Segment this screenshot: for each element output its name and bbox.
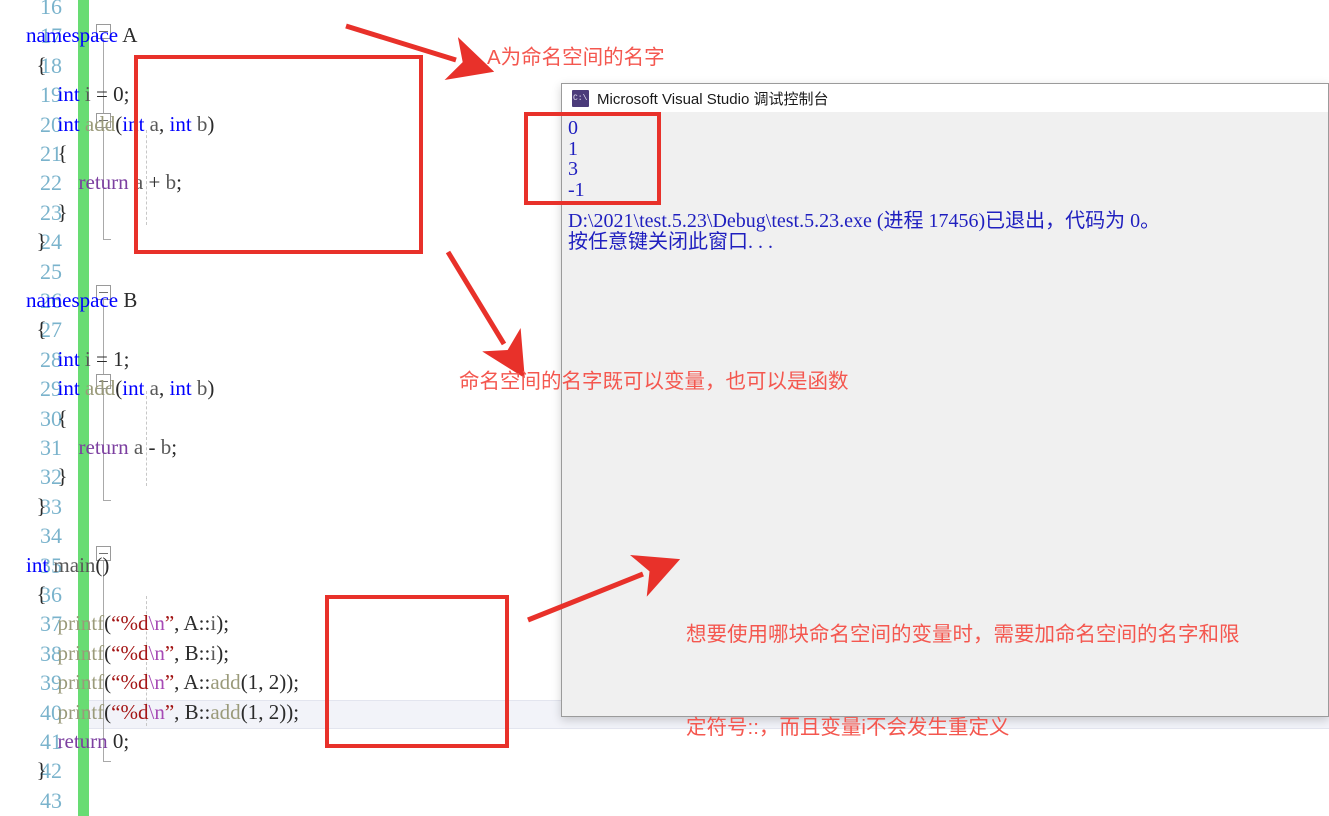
outline-elbow-b xyxy=(103,490,111,501)
code-line[interactable]: namespace A xyxy=(26,21,137,50)
code-line[interactable]: return a - b; xyxy=(26,433,178,462)
console-prompt-message: 按任意键关闭此窗口. . . xyxy=(568,230,773,253)
code-line[interactable]: { xyxy=(26,139,68,168)
annotation-note-1: A为命名空间的名字 xyxy=(487,46,665,69)
line-number: 34 xyxy=(40,523,62,549)
code-line[interactable]: } xyxy=(26,227,47,256)
annotation-note-3: 想要使用哪块命名空间的变量时，需要加命名空间的名字和限 定符号::，而且变量i不… xyxy=(686,557,1240,805)
annotation-note-3-line-2: 定符号::，而且变量i不会发生重定义 xyxy=(686,716,1010,739)
code-line[interactable]: } xyxy=(26,492,47,521)
code-line[interactable]: } xyxy=(26,756,47,785)
code-line[interactable]: int i = 0; xyxy=(26,80,130,109)
screenshot-root: 16 17 18 19 20 21 22 23 24 25 26 27 28 29 30 31 32 33 34 35… xyxy=(0,0,1329,816)
console-exit-message: D:\2021\test.5.23\Debug\test.5.23.exe (进… xyxy=(568,210,1161,232)
code-line[interactable]: printf(“%d\n”, A::add(1, 2)); xyxy=(26,668,300,697)
highlight-box-namespace-a-body xyxy=(134,55,423,254)
code-line[interactable]: namespace B xyxy=(26,286,137,315)
code-line[interactable]: return 0; xyxy=(26,727,130,756)
code-line[interactable]: { xyxy=(26,315,47,344)
code-line[interactable]: { xyxy=(26,51,47,80)
line-number: 16 xyxy=(40,0,62,19)
console-output-line: 3 xyxy=(568,158,578,180)
console-output-line: 0 xyxy=(568,117,578,139)
code-line[interactable]: } xyxy=(26,198,68,227)
code-line[interactable]: { xyxy=(26,580,47,609)
console-title-bar[interactable]: Microsoft Visual Studio 调试控制台 xyxy=(562,84,1328,113)
line-number: 25 xyxy=(40,258,62,284)
line-number: 43 xyxy=(40,787,62,813)
code-line[interactable]: int main() xyxy=(26,551,109,580)
annotation-note-3-line-1: 想要使用哪块命名空间的变量时，需要加命名空间的名字和限 xyxy=(686,623,1240,646)
console-output-line: -1 xyxy=(568,178,585,201)
code-line[interactable]: printf(“%d\n”, B::add(1, 2)); xyxy=(26,698,300,727)
annotation-note-2: 命名空间的名字既可以变量，也可以是函数 xyxy=(459,370,849,393)
code-line[interactable]: printf(“%d\n”, B::i); xyxy=(26,639,230,668)
code-line[interactable]: { xyxy=(26,404,68,433)
console-app-icon xyxy=(572,89,589,107)
highlight-box-qualified-names xyxy=(325,595,509,748)
outline-elbow-a xyxy=(103,229,111,240)
console-title-text: Microsoft Visual Studio 调试控制台 xyxy=(597,90,829,108)
code-line[interactable]: printf(“%d\n”, A::i); xyxy=(26,609,230,638)
console-output-line: 1 xyxy=(568,137,578,160)
code-line[interactable]: } xyxy=(26,462,68,491)
code-line[interactable]: int i = 1; xyxy=(26,345,130,374)
highlight-box-console-output xyxy=(524,112,661,205)
code-line[interactable]: int add(int a, int b) xyxy=(26,374,215,403)
